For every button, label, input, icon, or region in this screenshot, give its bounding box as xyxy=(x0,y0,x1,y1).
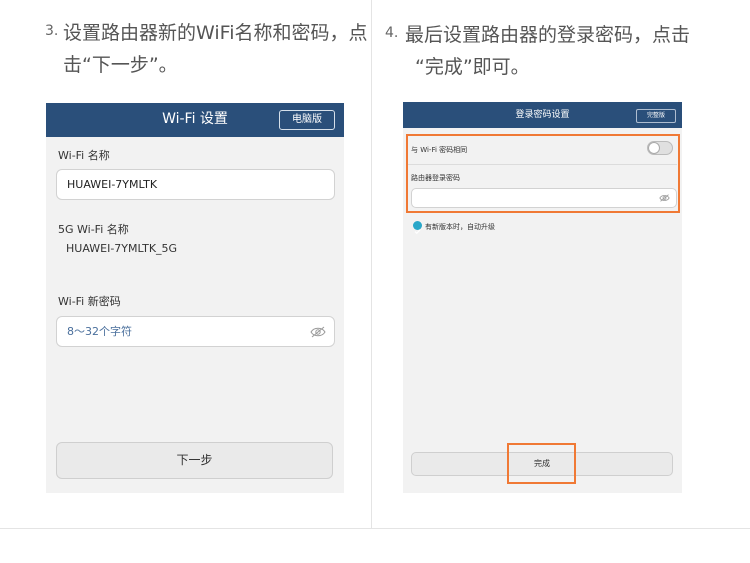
wifi-name-input[interactable]: HUAWEI-7YMLTK xyxy=(56,169,335,200)
checkmark-icon xyxy=(414,229,421,235)
full-version-button[interactable]: 完整版 xyxy=(636,109,676,123)
bottom-divider xyxy=(0,528,750,529)
step-3-number: 3. xyxy=(45,23,59,39)
step-3-line1: 设置路由器新的WiFi名称和密码，点 xyxy=(63,22,368,44)
new-password-placeholder: 8～32个字符 xyxy=(67,325,132,338)
done-button-highlight xyxy=(507,443,576,484)
new-password-label: Wi-Fi 新密码 xyxy=(58,295,121,308)
new-password-input[interactable]: 8～32个字符 xyxy=(56,316,335,347)
hide-password-eye-icon[interactable] xyxy=(310,326,326,338)
step-3-line2: 击“下一步”。 xyxy=(63,54,178,76)
wifi-name-value: HUAWEI-7YMLTK xyxy=(67,178,158,191)
wifi-name-label: Wi-Fi 名称 xyxy=(58,149,110,162)
step-4-number: 4. xyxy=(385,25,399,41)
wifi5g-name-label: 5G Wi-Fi 名称 xyxy=(58,223,129,236)
step-4-line2: “完成”即可。 xyxy=(415,56,530,78)
next-step-button[interactable]: 下一步 xyxy=(56,442,333,479)
wifi5g-name-value: HUAWEI-7YMLTK_5G xyxy=(66,242,178,255)
login-password-header: 登录密码设置 完整版 xyxy=(403,102,682,128)
step-4-line1: 最后设置路由器的登录密码，点击 xyxy=(405,24,691,46)
pc-version-button[interactable]: 电脑版 xyxy=(279,110,335,130)
wifi-settings-header: Wi-Fi 设置 电脑版 xyxy=(46,103,344,137)
wifi-settings-screen: Wi-Fi 设置 电脑版 Wi-Fi 名称 HUAWEI-7YMLTK 5G W… xyxy=(46,103,344,493)
column-divider xyxy=(371,0,372,528)
auto-upgrade-checkbox[interactable] xyxy=(413,221,422,235)
password-settings-highlight xyxy=(406,134,680,213)
auto-upgrade-label: 有新版本时，自动升级 xyxy=(425,223,495,231)
